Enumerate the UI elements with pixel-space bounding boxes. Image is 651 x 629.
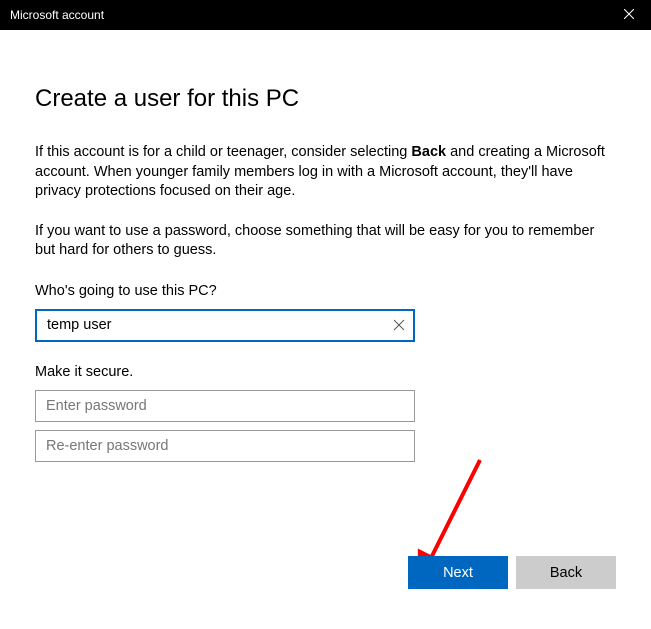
- close-button[interactable]: [606, 0, 651, 30]
- intro-paragraph-2: If you want to use a password, choose so…: [35, 222, 616, 261]
- window-title: Microsoft account: [10, 0, 104, 30]
- password-input[interactable]: [35, 390, 415, 422]
- intro-text-pre: If this account is for a child or teenag…: [35, 144, 411, 160]
- back-button[interactable]: Back: [516, 556, 616, 589]
- username-field-wrap: [35, 309, 415, 342]
- secure-label: Make it secure.: [35, 364, 616, 380]
- password-confirm-input[interactable]: [35, 430, 415, 462]
- intro-paragraph-1: If this account is for a child or teenag…: [35, 143, 616, 202]
- username-label: Who's going to use this PC?: [35, 283, 616, 299]
- next-button[interactable]: Next: [408, 556, 508, 589]
- username-input[interactable]: [35, 309, 415, 342]
- intro-text-bold: Back: [411, 144, 446, 160]
- page-heading: Create a user for this PC: [35, 85, 616, 113]
- close-icon: [624, 8, 634, 22]
- clear-icon[interactable]: [393, 318, 407, 332]
- password-confirm-field-wrap: [35, 430, 415, 462]
- password-field-wrap: [35, 390, 415, 422]
- dialog-footer: Next Back: [408, 556, 616, 589]
- titlebar: Microsoft account: [0, 0, 651, 30]
- dialog-content: Create a user for this PC If this accoun…: [0, 30, 651, 629]
